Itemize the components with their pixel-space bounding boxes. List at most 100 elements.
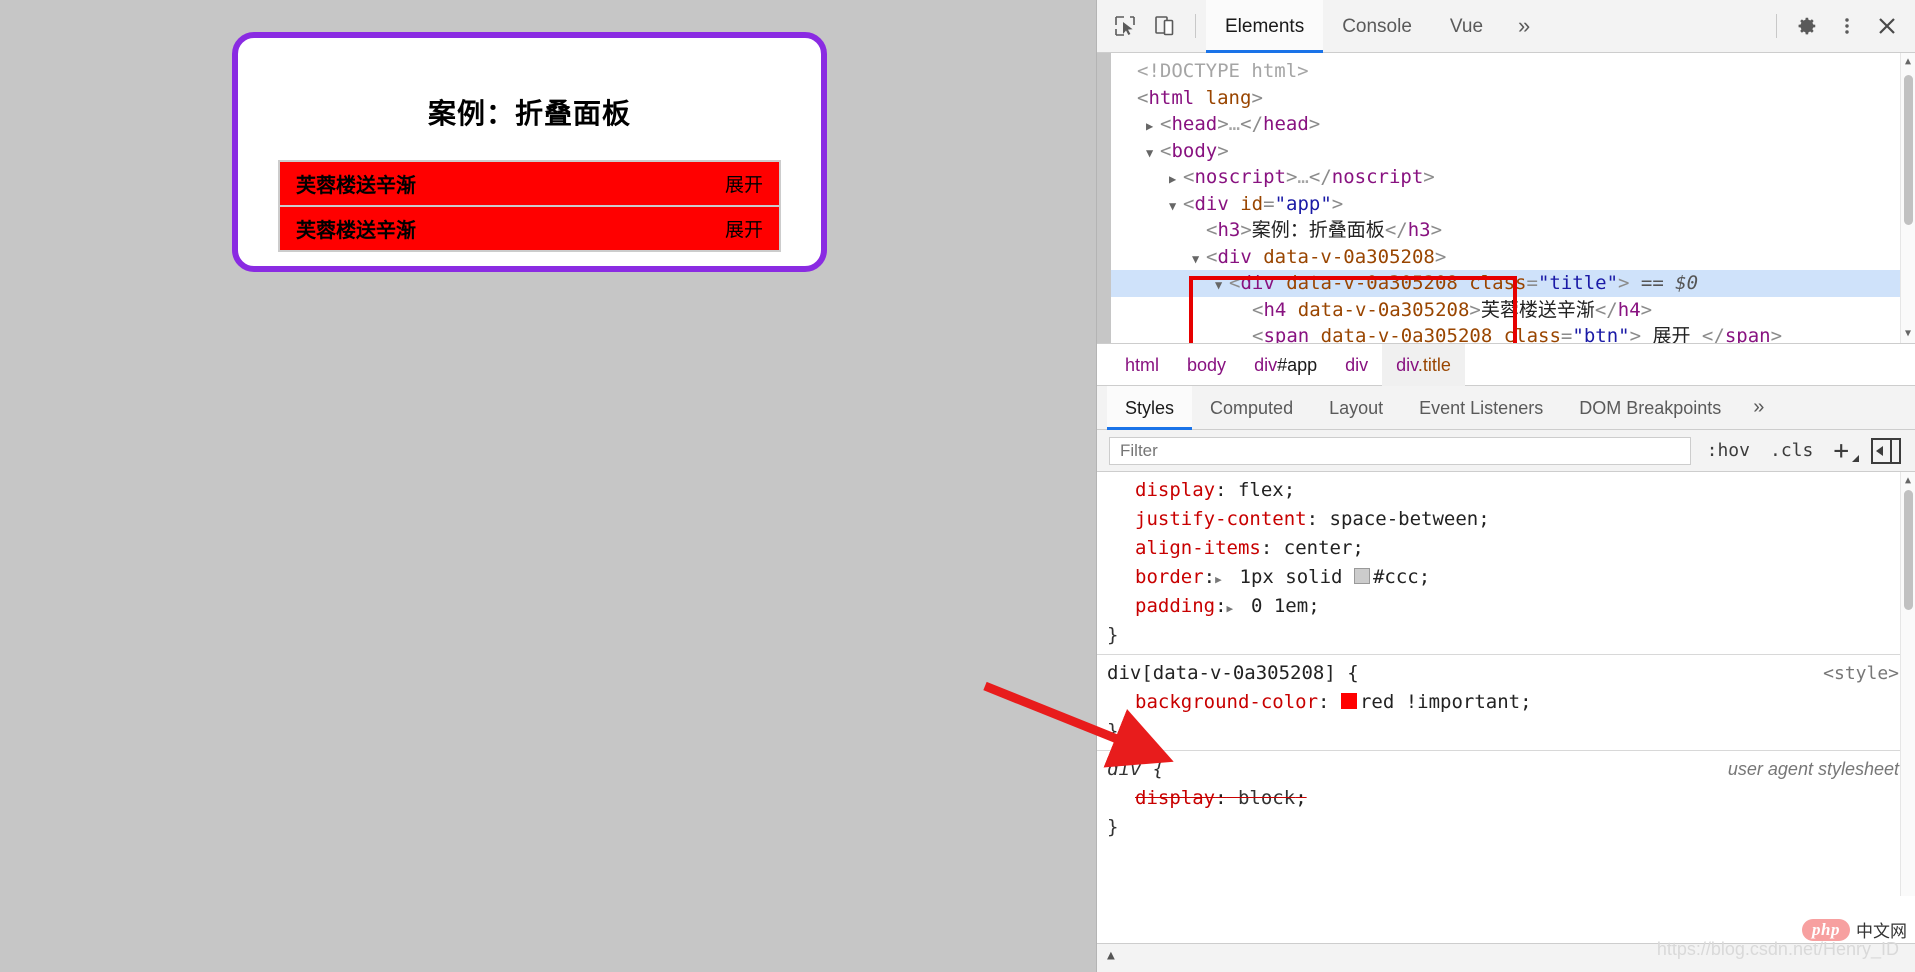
collapse-triangle-icon[interactable]: ▶ — [1146, 113, 1160, 140]
css-selector-text: div[data-v-0a305208] { — [1107, 662, 1359, 684]
dom-tree-node[interactable]: <span data-v-0a305208 class="btn"> 展开 </… — [1111, 323, 1901, 344]
panel-toggle-button[interactable]: 展开 — [725, 215, 763, 242]
dom-tree-node[interactable]: ▶ <head>…</head> — [1111, 111, 1901, 138]
dom-tree-node[interactable]: ▼ <div data-v-0a305208> — [1111, 244, 1901, 271]
tab-console[interactable]: Console — [1323, 0, 1431, 53]
scroll-up-arrow-icon[interactable]: ▲ — [1902, 55, 1914, 69]
css-rule-origin[interactable]: <style> — [1823, 659, 1899, 688]
dom-scroll-thumb[interactable] — [1904, 75, 1913, 225]
css-property-value[interactable]: space-between — [1330, 508, 1479, 530]
css-color-swatch[interactable] — [1340, 693, 1357, 709]
rules-scrollbar[interactable]: ▲ — [1900, 472, 1915, 896]
hov-button[interactable]: :hov — [1697, 440, 1760, 461]
css-declaration[interactable]: padding:▶ 0 1em; — [1097, 592, 1915, 621]
dom-token-punct: = — [1526, 272, 1538, 294]
show-computed-sidebar-icon[interactable] — [1871, 437, 1901, 464]
rules-scroll-thumb[interactable] — [1904, 490, 1913, 610]
dom-tree[interactable]: <!DOCTYPE html> <html lang> ▶ <head>…</head… — [1111, 53, 1901, 344]
expand-triangle-icon[interactable]: ▼ — [1146, 140, 1160, 167]
panel-toggle-button[interactable]: 展开 — [725, 170, 763, 197]
css-declaration[interactable]: align-items: center; — [1097, 534, 1915, 563]
breadcrumb-item-4[interactable]: div — [1331, 344, 1382, 386]
css-declaration-active: background-color: red !important; — [1135, 691, 1532, 713]
css-declaration[interactable]: justify-content: space-between; — [1097, 505, 1915, 534]
css-declaration[interactable]: display: block; — [1097, 784, 1915, 813]
css-declaration[interactable]: display: flex; — [1097, 476, 1915, 505]
css-property-name[interactable]: align-items — [1135, 537, 1261, 559]
css-rule-origin[interactable]: user agent stylesheet — [1728, 755, 1899, 784]
breadcrumb-item-3[interactable]: div#app — [1240, 344, 1331, 386]
css-property-name[interactable]: display — [1135, 479, 1215, 501]
tab-layout[interactable]: Layout — [1311, 386, 1401, 430]
dom-token-punct: < — [1252, 325, 1264, 344]
css-rule-selector[interactable]: <style> div[data-v-0a305208] { — [1097, 659, 1915, 688]
css-declaration-active: padding:▶ 0 1em; — [1135, 595, 1320, 617]
css-rules-list[interactable]: display: flex; justify-content: space-bet… — [1097, 472, 1915, 846]
close-icon[interactable] — [1867, 6, 1907, 46]
collapse-panel-row[interactable]: 芙蓉楼送辛渐 展开 — [279, 161, 780, 206]
css-property-value[interactable]: red !important — [1340, 691, 1521, 713]
device-toolbar-icon[interactable] — [1145, 6, 1185, 46]
dom-tree-node[interactable]: •••▼<div data-v-0a305208 class="title"> … — [1111, 270, 1901, 297]
dom-tree-node[interactable]: ▼ <body> — [1111, 138, 1901, 165]
css-property-value[interactable]: 0 1em — [1251, 595, 1308, 617]
css-value-text: !important — [1394, 691, 1521, 713]
new-style-rule-button[interactable]: + — [1823, 438, 1863, 464]
breadcrumb-item-5[interactable]: div.title — [1382, 343, 1465, 386]
inspect-cursor-icon[interactable] — [1105, 6, 1145, 46]
breadcrumb-item-1[interactable]: html — [1111, 344, 1173, 386]
dom-tree-node[interactable]: <h3>案例：折叠面板</h3> — [1111, 217, 1901, 244]
filter-input[interactable] — [1109, 436, 1691, 465]
dom-tree-node[interactable]: <html lang> — [1111, 85, 1901, 112]
cls-button[interactable]: .cls — [1760, 440, 1823, 461]
css-rule-block[interactable]: <style> div[data-v-0a305208] { background-… — [1097, 654, 1915, 750]
css-property-value[interactable]: flex — [1238, 479, 1284, 501]
tab-event-listeners[interactable]: Event Listeners — [1401, 386, 1561, 430]
css-color-swatch[interactable] — [1353, 568, 1370, 584]
styles-more-tabs-chevron-icon[interactable]: » — [1739, 396, 1778, 419]
expand-triangle-icon[interactable]: ▼ — [1169, 193, 1183, 220]
css-property-name[interactable]: background-color — [1135, 691, 1318, 713]
collapse-triangle-icon[interactable]: ▶ — [1169, 166, 1183, 193]
more-tabs-chevron-icon[interactable]: » — [1502, 13, 1546, 39]
css-declaration[interactable]: background-color: red !important; — [1097, 688, 1915, 717]
tab-vue[interactable]: Vue — [1431, 0, 1502, 53]
css-rule-block[interactable]: user agent stylesheet div {display: block… — [1097, 750, 1915, 846]
breadcrumb-item-2[interactable]: body — [1173, 344, 1240, 386]
css-value-expand-triangle-icon[interactable]: ▶ — [1215, 565, 1228, 594]
expand-triangle-icon[interactable]: ▼ — [1192, 246, 1206, 273]
css-property-name[interactable]: border — [1135, 566, 1204, 588]
css-declaration[interactable]: border:▶ 1px solid #ccc; — [1097, 563, 1915, 592]
dom-tree-area: <!DOCTYPE html> <html lang> ▶ <head>…</head… — [1097, 53, 1915, 344]
css-rule-block[interactable]: display: flex; justify-content: space-bet… — [1097, 472, 1915, 654]
css-rule-selector[interactable]: user agent stylesheet div { — [1097, 755, 1915, 784]
expand-triangle-icon[interactable]: ▼ — [1215, 272, 1229, 299]
css-property-value[interactable]: center — [1284, 537, 1353, 559]
kebab-menu-icon[interactable] — [1827, 6, 1867, 46]
css-property-name[interactable]: padding — [1135, 595, 1215, 617]
css-semicolon: ; — [1520, 691, 1532, 713]
css-property-name[interactable]: display — [1135, 787, 1215, 809]
css-property-value[interactable]: 1px solid #ccc — [1240, 566, 1419, 588]
css-value-expand-triangle-icon[interactable]: ▶ — [1227, 594, 1240, 623]
dom-tree-node[interactable]: <h4 data-v-0a305208>芙蓉楼送辛渐</h4> — [1111, 297, 1901, 324]
dom-token-val: "btn" — [1572, 325, 1630, 344]
dom-tree-node[interactable]: <!DOCTYPE html> — [1111, 58, 1901, 85]
dom-token-sp — [1309, 325, 1320, 343]
scroll-down-arrow-icon[interactable]: ▼ — [1902, 327, 1914, 341]
tab-styles[interactable]: Styles — [1107, 385, 1193, 430]
dom-tree-node[interactable]: ▼ <div id="app"> — [1111, 191, 1901, 218]
tab-elements[interactable]: Elements — [1206, 0, 1324, 53]
css-property-value[interactable]: block — [1238, 787, 1295, 809]
tab-computed[interactable]: Computed — [1192, 386, 1311, 430]
css-property-name[interactable]: justify-content — [1135, 508, 1307, 530]
rules-scroll-up-arrow-icon[interactable]: ▲ — [1902, 474, 1914, 488]
bottom-expand-arrow-icon[interactable]: ▲ — [1107, 948, 1115, 963]
tab-dom-breakpoints[interactable]: DOM Breakpoints — [1561, 386, 1739, 430]
collapse-panel-row[interactable]: 芙蓉楼送辛渐 展开 — [279, 206, 780, 251]
css-space — [1329, 691, 1340, 713]
dom-scrollbar[interactable]: ▲ ▼ — [1900, 53, 1915, 343]
dom-tree-node[interactable]: ▶ <noscript>…</noscript> — [1111, 164, 1901, 191]
gear-icon[interactable] — [1787, 6, 1827, 46]
breadcrumb[interactable]: html body div#app div div.title — [1097, 343, 1915, 386]
